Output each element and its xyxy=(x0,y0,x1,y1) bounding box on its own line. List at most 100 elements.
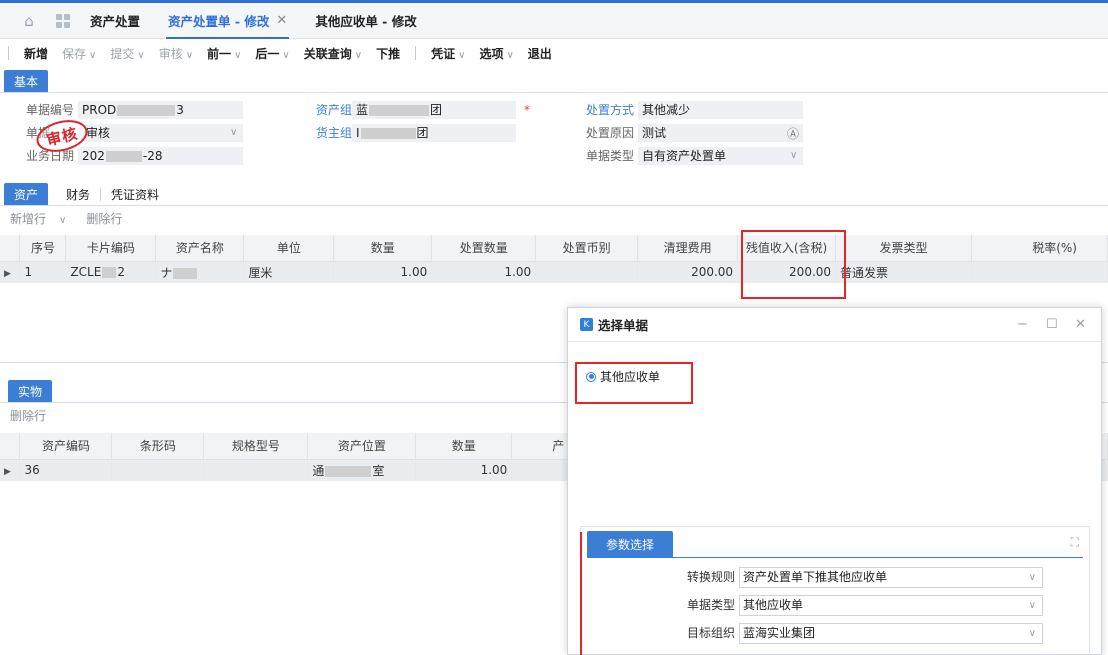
tab-voucher-data[interactable]: 凭证资料 xyxy=(101,183,169,205)
cell-cleanup-fee[interactable]: 200.00 xyxy=(637,261,739,283)
cell-asset-code[interactable]: 36 xyxy=(19,459,113,481)
redaction xyxy=(173,267,198,279)
tab-asset[interactable]: 资产 xyxy=(4,183,49,205)
column-header[interactable]: 资产名称 xyxy=(155,235,245,262)
delete-row-button[interactable]: 删除行 xyxy=(86,210,122,227)
column-header[interactable]: 单位 xyxy=(243,235,335,262)
doc-no-suffix: 3 xyxy=(176,103,184,117)
chevron-down-icon: ∨ xyxy=(59,214,67,226)
options-button[interactable]: 选项 ∨ xyxy=(479,45,513,62)
column-header[interactable]: 资产位置 xyxy=(307,433,417,460)
column-header[interactable]: 卡片编码 xyxy=(65,235,157,262)
asset-name-value: ナ xyxy=(160,265,173,280)
cell-qty[interactable]: 1.00 xyxy=(415,459,513,481)
submit-button[interactable]: 提交 ∨ xyxy=(110,45,144,62)
cell-invoice-type[interactable]: 普通发票 xyxy=(835,261,972,283)
save-label: 保存 xyxy=(62,46,87,61)
cell-spec[interactable] xyxy=(203,459,309,481)
tab-parameter-selection[interactable]: 参数选择 xyxy=(587,531,673,557)
tab-other-receivable-edit[interactable]: 其他应收单 - 修改 xyxy=(301,3,430,39)
tab-asset-disposal-edit[interactable]: 资产处置单 - 修改 ✕ xyxy=(154,3,301,39)
row-pointer-icon: ▶ xyxy=(4,269,11,280)
column-header[interactable]: 清理费用 xyxy=(637,235,739,262)
add-row-label: 新增行 xyxy=(10,211,47,226)
expand-icon[interactable]: ⛶ xyxy=(1071,535,1079,550)
related-query-button[interactable]: 关联查询 ∨ xyxy=(304,45,362,62)
table-row[interactable]: ▶ 1 ZCLE 2 ナ 厘米 1.00 1.00 200.00 200.00 普… xyxy=(0,261,1108,283)
method-label[interactable]: 处置方式 xyxy=(562,101,634,119)
target-org-select[interactable]: 蓝海实业集团 ∨ xyxy=(739,623,1043,644)
chevron-down-icon: ∨ xyxy=(185,49,194,61)
tab-finance[interactable]: 财务 xyxy=(56,183,100,205)
column-header[interactable]: 规格型号 xyxy=(203,433,309,460)
chevron-down-icon: ∨ xyxy=(137,49,145,61)
minimize-icon[interactable]: − xyxy=(1017,317,1028,332)
asset-org-field[interactable]: 蓝团 xyxy=(352,101,516,119)
method-field[interactable]: 其他减少 xyxy=(638,101,803,119)
column-header[interactable]: 数量 xyxy=(415,433,513,460)
reason-field[interactable]: 测试 xyxy=(638,124,803,142)
add-row-button[interactable]: 新增行 ∨ xyxy=(10,210,76,227)
redaction xyxy=(117,105,176,116)
doc-no-prefix: PROD xyxy=(82,103,117,117)
delete-row-button[interactable]: 删除行 xyxy=(10,407,46,424)
doc-type-value: 自有资产处置单 xyxy=(642,149,727,163)
cell-unit[interactable]: 厘米 xyxy=(243,261,335,283)
asset-org-prefix: 蓝 xyxy=(356,103,369,117)
doc-type-field[interactable]: 自有资产处置单 xyxy=(638,147,803,165)
prev-button[interactable]: 前一 ∨ xyxy=(207,45,241,62)
home-icon[interactable]: ⌂ xyxy=(16,3,42,39)
close-icon[interactable]: ✕ xyxy=(276,13,287,28)
column-header[interactable]: 税率(%) xyxy=(971,235,1108,262)
multilang-icon[interactable]: Ⓐ xyxy=(787,125,799,142)
tab-asset-disposal[interactable]: 资产处置 xyxy=(76,3,154,39)
document-type-select[interactable]: 其他应收单 ∨ xyxy=(739,595,1043,616)
column-header[interactable]: 数量 xyxy=(333,235,433,262)
grid-icon[interactable] xyxy=(50,3,76,39)
row-pointer-icon: ▶ xyxy=(4,467,11,478)
redaction xyxy=(325,465,372,477)
status-field[interactable]: 审核 xyxy=(78,124,243,142)
table-header-row: 序号 卡片编码 资产名称 单位 数量 处置数量 处置币别 清理费用 残值收入(含… xyxy=(0,235,1108,262)
owner-org-prefix: I xyxy=(356,126,360,140)
owner-org-field[interactable]: I团 xyxy=(352,124,516,142)
column-header[interactable]: 资产编码 xyxy=(19,433,113,460)
push-down-button[interactable]: 下推 xyxy=(376,45,400,62)
reason-label: 处置原因 xyxy=(585,126,634,140)
column-header[interactable]: 发票类型 xyxy=(835,235,972,262)
maximize-icon[interactable]: ☐ xyxy=(1046,317,1058,332)
section-tab-basic[interactable]: 基本 xyxy=(4,70,49,92)
type-label: 单据类型 xyxy=(686,598,735,612)
cell-currency[interactable] xyxy=(535,261,639,283)
doc-no-field[interactable]: PROD 3 xyxy=(78,101,243,119)
cell-barcode[interactable] xyxy=(111,459,205,481)
physical-row-toolbar: 删除行 xyxy=(10,405,56,425)
chevron-down-icon[interactable]: ∨ xyxy=(230,127,237,138)
cell-location[interactable]: 通室 xyxy=(307,459,417,481)
cell-card-code[interactable]: ZCLE 2 xyxy=(65,261,157,283)
chevron-down-icon[interactable]: ∨ xyxy=(790,150,797,161)
chevron-down-icon: ∨ xyxy=(1028,628,1036,639)
card-prefix: ZCLE xyxy=(70,265,102,280)
save-button[interactable]: 保存 ∨ xyxy=(62,45,96,62)
next-button[interactable]: 后一 ∨ xyxy=(255,45,289,62)
date-field[interactable]: 202 -28 xyxy=(78,147,243,165)
conversion-rule-select[interactable]: 资产处置单下推其他应收单 ∨ xyxy=(739,567,1043,588)
column-header[interactable]: 处置币别 xyxy=(535,235,639,262)
cell-asset-name[interactable]: ナ xyxy=(155,261,245,283)
close-icon[interactable]: ✕ xyxy=(1075,317,1086,332)
cell-qty[interactable]: 1.00 xyxy=(333,261,433,283)
tab-label: 其他应收单 - 修改 xyxy=(315,14,417,29)
new-button[interactable]: 新增 xyxy=(24,45,48,62)
column-header[interactable]: 序号 xyxy=(19,235,67,262)
voucher-button[interactable]: 凭证 ∨ xyxy=(431,45,465,62)
column-header[interactable]: 条形码 xyxy=(111,433,205,460)
page-tab-bar: ⌂ 资产处置 资产处置单 - 修改 ✕ 其他应收单 - 修改 xyxy=(0,3,1108,39)
cell-tax-rate[interactable] xyxy=(971,261,1108,283)
section-tab-physical[interactable]: 实物 xyxy=(8,380,53,402)
cell-dispose-qty[interactable]: 1.00 xyxy=(431,261,537,283)
column-header[interactable]: 处置数量 xyxy=(431,235,537,262)
cell-seq[interactable]: 1 xyxy=(19,261,67,283)
audit-button[interactable]: 审核 ∨ xyxy=(159,45,193,62)
exit-button[interactable]: 退出 xyxy=(528,45,552,62)
